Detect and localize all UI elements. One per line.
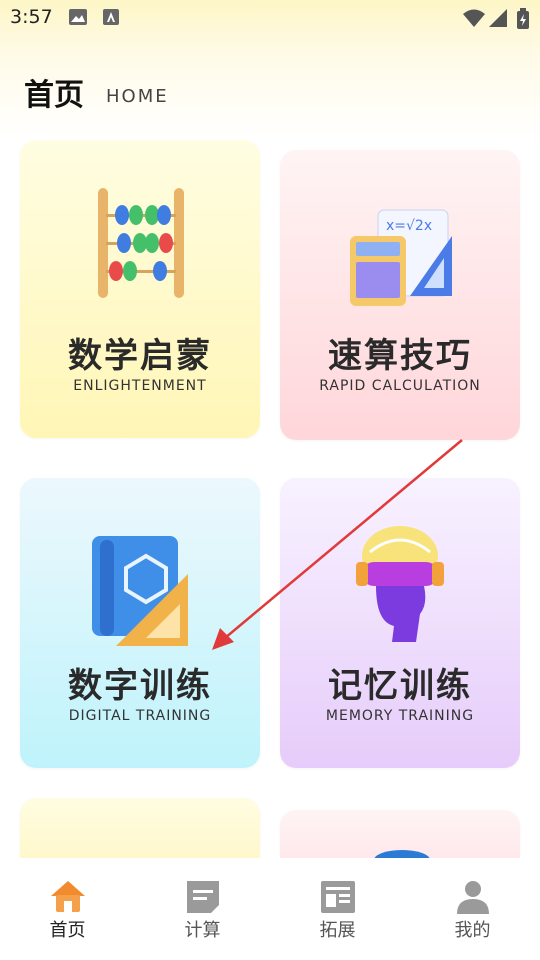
expand-icon — [321, 881, 355, 913]
calculator-ruler-icon: x=√2x — [350, 209, 452, 306]
card-partial-right[interactable] — [280, 810, 520, 858]
card-digital-training[interactable]: 数字训练 DIGITAL TRAINING — [20, 478, 260, 768]
card-subtitle: DIGITAL TRAINING — [68, 708, 212, 724]
page-subtitle: HOME — [106, 86, 169, 107]
cellular-signal-icon — [489, 9, 507, 27]
calculate-icon — [187, 881, 219, 913]
nav-item-profile[interactable]: 我的 — [405, 858, 540, 960]
nav-item-expand[interactable]: 拓展 — [270, 858, 405, 960]
nav-label: 首页 — [49, 920, 86, 941]
brain-head-icon — [356, 526, 444, 642]
profile-icon — [457, 881, 489, 914]
abacus-icon — [98, 188, 184, 298]
card-subtitle: ENLIGHTENMENT — [73, 378, 207, 394]
nav-label: 我的 — [454, 920, 491, 941]
wifi-icon — [463, 9, 485, 27]
card-rapid-calculation[interactable]: x=√2x 速算技巧 RAPID CALCULATION — [280, 150, 520, 440]
bottom-nav: 首页 计算 拓展 我的 — [0, 858, 540, 960]
card-subtitle: RAPID CALCULATION — [319, 378, 481, 394]
font-notification-icon — [103, 9, 119, 25]
nav-label: 计算 — [184, 920, 221, 941]
blueprint-ruler-icon — [92, 536, 188, 646]
card-title: 速算技巧 — [328, 336, 472, 376]
status-bar: 3:57 — [0, 0, 540, 36]
card-partial-left[interactable] — [20, 798, 260, 858]
battery-icon — [517, 8, 529, 29]
svg-text:x=√2x: x=√2x — [386, 218, 432, 234]
image-notification-icon — [69, 9, 87, 25]
page-title: 首页 — [24, 78, 84, 113]
nav-label: 拓展 — [319, 920, 356, 941]
card-title: 记忆训练 — [328, 666, 472, 706]
card-title: 数字训练 — [68, 666, 212, 706]
partial-illustration-icon — [374, 850, 430, 858]
status-time: 3:57 — [10, 6, 53, 28]
card-subtitle: MEMORY TRAINING — [325, 708, 475, 724]
card-enlightenment[interactable]: 数学启蒙 ENLIGHTENMENT — [20, 140, 260, 438]
nav-item-home[interactable]: 首页 — [0, 858, 135, 960]
card-title: 数学启蒙 — [68, 336, 212, 376]
card-memory-training[interactable]: 记忆训练 MEMORY TRAINING — [280, 478, 520, 768]
home-icon — [51, 881, 85, 912]
nav-item-calculate[interactable]: 计算 — [135, 858, 270, 960]
